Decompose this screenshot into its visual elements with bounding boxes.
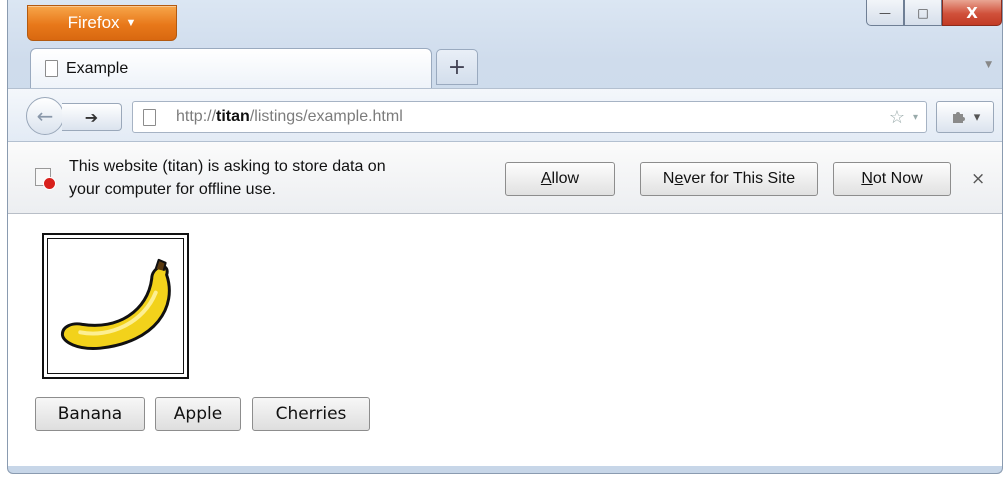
plus-icon: +: [447, 54, 467, 80]
url-bar-actions: ☆ ▾: [889, 107, 918, 128]
navigation-toolbar: ← ➔ http://titan/listings/example.html ☆…: [8, 88, 1002, 142]
page-content: Banana Apple Cherries: [8, 214, 1002, 466]
url-bar[interactable]: http://titan/listings/example.html ☆ ▾: [132, 101, 927, 133]
notification-line-1: This website (titan) is asking to store …: [69, 158, 386, 175]
tab-list-chevron-icon[interactable]: ▼: [985, 60, 992, 70]
offline-storage-notification: This website (titan) is asking to store …: [8, 142, 1002, 214]
url-scheme: http://: [176, 108, 217, 125]
url-path: /listings/example.html: [249, 108, 403, 125]
puzzle-icon: [952, 112, 965, 123]
never-label-rest: ver for This Site: [683, 170, 796, 187]
chevron-down-icon: ▼: [125, 17, 137, 29]
window-controls: — □ X: [866, 0, 1002, 26]
minimize-button[interactable]: —: [866, 0, 904, 26]
cherries-button[interactable]: Cherries: [252, 397, 370, 431]
tab-example[interactable]: Example: [30, 48, 432, 88]
maximize-button[interactable]: □: [904, 0, 942, 26]
allow-label-rest: llow: [551, 170, 580, 187]
not-now-label-rest: ot Now: [872, 170, 923, 187]
never-for-this-site-button[interactable]: Ne ver for This Site: [640, 162, 818, 196]
browser-window: Firefox ▼ — □ X Example + ▼ ← ➔ http://t…: [7, 0, 1003, 474]
forward-button[interactable]: ➔: [62, 103, 122, 131]
history-dropdown-icon[interactable]: ▾: [913, 112, 918, 128]
never-label-pre: N: [662, 170, 675, 187]
never-accesskey: e: [674, 170, 684, 187]
url-host: titan: [216, 108, 250, 125]
firefox-menu-button[interactable]: Firefox ▼: [27, 5, 177, 41]
banana-icon: [60, 258, 171, 350]
fruit-image: [42, 233, 189, 379]
bookmark-star-icon[interactable]: ☆: [889, 107, 905, 128]
not-now-accesskey: N: [861, 170, 873, 187]
banana-button[interactable]: Banana: [35, 397, 145, 431]
notification-line-2: your computer for offline use.: [69, 181, 276, 198]
page-icon: [45, 60, 58, 77]
notification-message: This website (titan) is asking to store …: [69, 155, 489, 201]
new-tab-button[interactable]: +: [436, 49, 478, 85]
tab-title: Example: [66, 59, 129, 77]
addon-dropdown-icon: ▾: [973, 109, 981, 125]
minimize-icon: —: [879, 5, 891, 20]
site-identity-icon: [143, 108, 156, 126]
back-button[interactable]: ←: [26, 97, 64, 135]
forward-arrow-icon: ➔: [84, 107, 99, 127]
allow-button[interactable]: Allow: [505, 162, 615, 196]
offline-storage-icon: [35, 168, 56, 190]
firefox-menu-label: Firefox: [67, 13, 120, 32]
apple-button[interactable]: Apple: [155, 397, 241, 431]
close-window-button[interactable]: X: [942, 0, 1002, 26]
fruit-image-inner-border: [47, 238, 184, 374]
not-now-button[interactable]: Not Now: [833, 162, 951, 196]
maximize-icon: □: [917, 5, 929, 20]
back-arrow-icon: ←: [36, 104, 54, 128]
addon-button[interactable]: ▾: [936, 101, 994, 133]
notification-close-icon[interactable]: ×: [971, 169, 985, 189]
allow-accesskey: A: [540, 170, 552, 187]
close-icon: X: [966, 3, 978, 22]
